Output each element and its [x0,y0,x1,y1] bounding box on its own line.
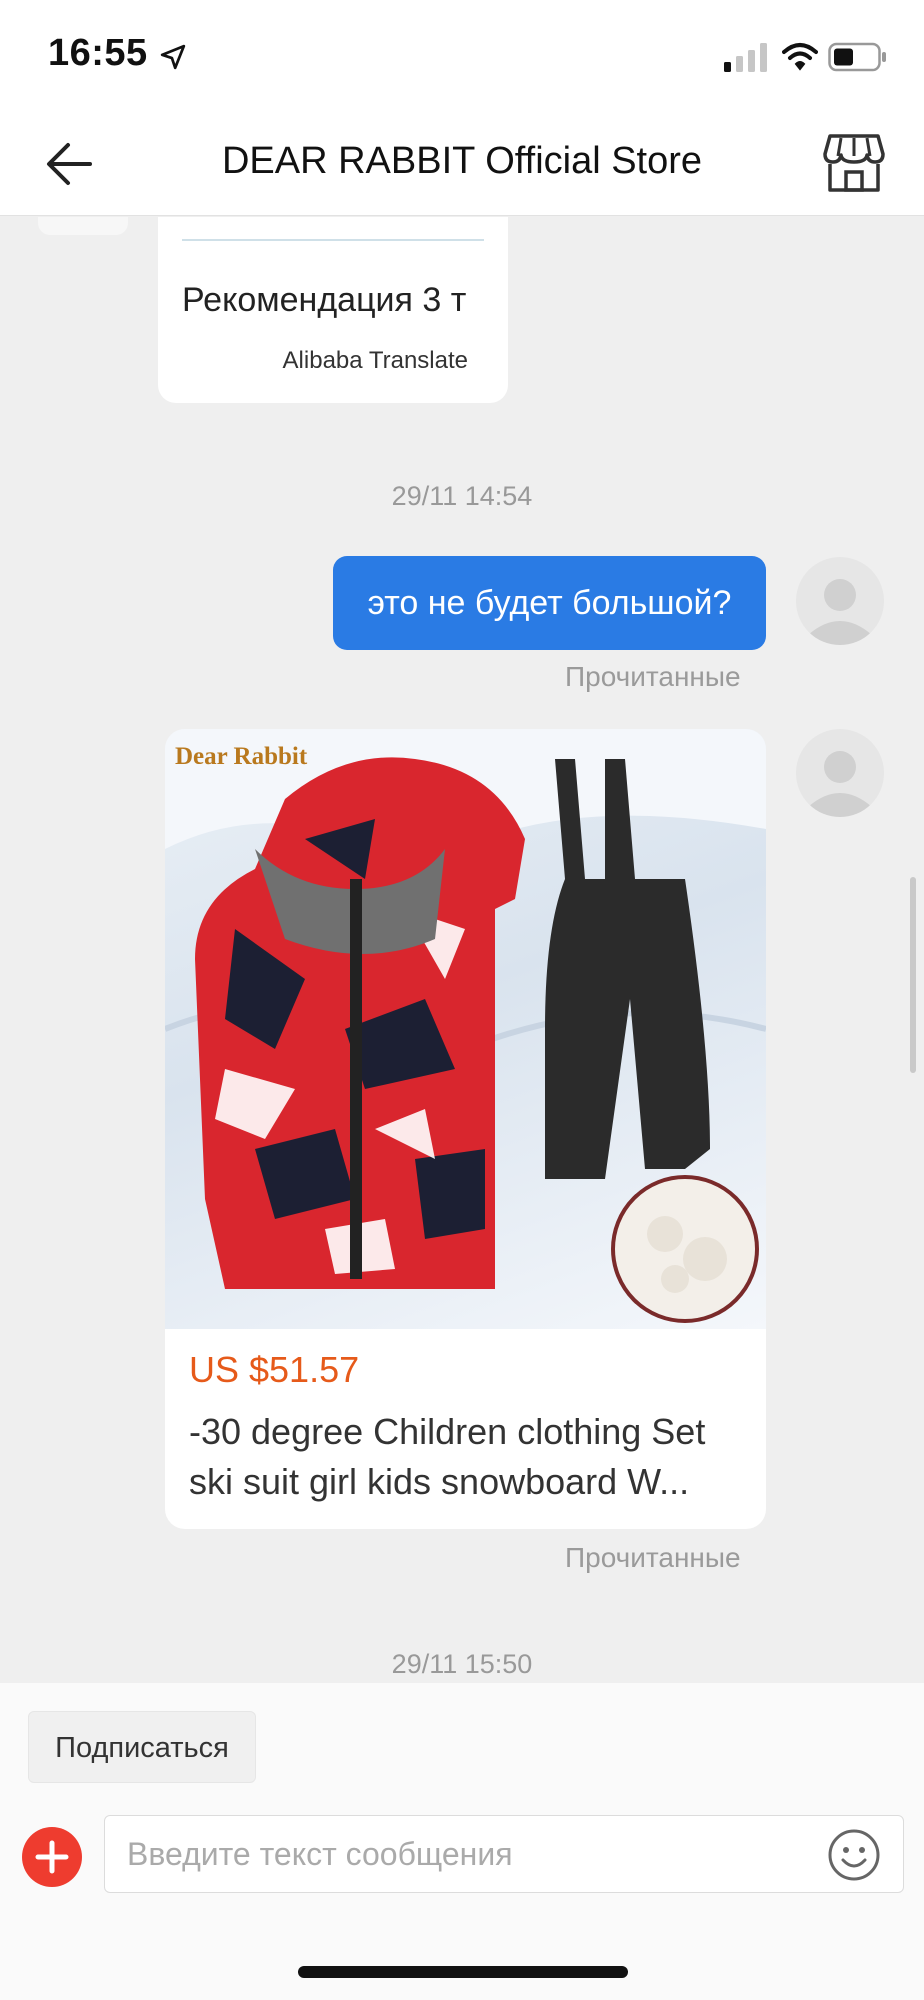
store-avatar [38,217,128,235]
chat-header: DEAR RABBIT Official Store [0,110,924,216]
emoji-icon[interactable] [827,1828,881,1882]
chat-messages-area[interactable]: Рекомендация 3 т Alibaba Translate 29/11… [0,217,924,1683]
location-arrow-icon [160,44,186,70]
product-photo-illustration [165,729,766,1323]
product-image[interactable]: Dear Rabbit [165,729,766,1329]
status-bar: 16:55 [0,0,924,110]
message-timestamp: 29/11 14:54 [391,481,533,511]
read-status: Прочитанные [565,661,741,692]
add-attachment-button[interactable] [22,1827,82,1887]
incoming-message-bubble[interactable]: Рекомендация 3 т Alibaba Translate [158,217,508,403]
bottom-panel: Подписаться [0,1683,924,2000]
message-input[interactable] [127,1816,807,1892]
outgoing-message-bubble[interactable]: это не будет большой? [333,556,766,650]
user-avatar [796,729,884,817]
chat-scrollbar[interactable] [910,877,916,1073]
read-status: Прочитанные [565,1542,741,1573]
product-brand-watermark: Dear Rabbit [175,743,308,770]
back-arrow-icon[interactable] [44,140,94,188]
product-price: US $51.57 [189,1349,360,1390]
store-icon[interactable] [822,132,886,194]
plus-icon [35,1840,69,1874]
message-input-field[interactable] [104,1815,904,1893]
cellular-signal-icon [724,43,767,72]
translation-source-label: Alibaba Translate [282,347,468,374]
translation-divider [182,239,484,241]
battery-icon [828,42,886,72]
message-timestamp: 29/11 15:50 [391,1649,533,1679]
subscribe-button[interactable]: Подписаться [28,1711,256,1783]
product-card[interactable]: Dear Rabbit US $51.57 -30 degree Childre… [165,729,766,1529]
user-avatar [796,557,884,645]
wifi-icon [782,43,818,71]
user-avatar-icon [808,579,872,645]
status-time: 16:55 [48,32,148,74]
page-title: DEAR RABBIT Official Store [221,140,703,182]
home-indicator[interactable] [298,1966,628,1978]
user-avatar-icon [808,751,872,817]
incoming-message-text: Рекомендация 3 т [182,281,467,319]
product-title: -30 degree Children clothing Set ski sui… [189,1411,706,1502]
